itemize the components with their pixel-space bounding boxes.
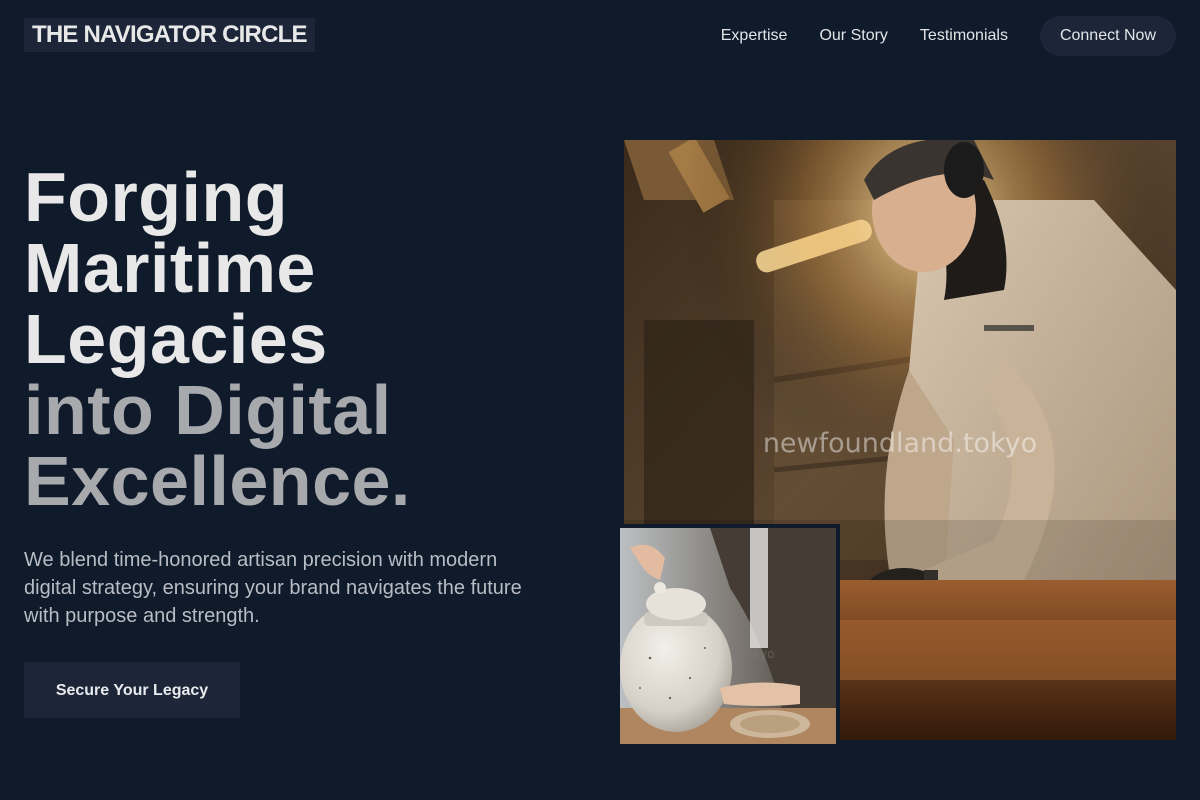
nav-link-expertise[interactable]: Expertise xyxy=(721,16,788,56)
inset-photo-watermark: d.tokyo xyxy=(730,647,774,661)
connect-now-button[interactable]: Connect Now xyxy=(1039,16,1176,56)
site-logo[interactable]: THE NAVIGATOR CIRCLE xyxy=(24,18,315,52)
hero-headline: Forging Maritime Legacies into Digital E… xyxy=(24,162,544,517)
page: THE NAVIGATOR CIRCLE Expertise Our Story… xyxy=(0,0,1200,800)
hero-description: We blend time-honored artisan precision … xyxy=(24,549,522,627)
headline-line-accent: into Digital xyxy=(24,371,392,449)
ceramic-jar-photo: d.tokyo xyxy=(620,524,840,744)
main-photo-watermark: newfoundland.tokyo xyxy=(763,428,1037,459)
headline-line: Forging xyxy=(24,158,288,236)
main-nav: Expertise Our Story Testimonials Connect… xyxy=(721,16,1176,56)
nav-link-testimonials[interactable]: Testimonials xyxy=(920,16,1008,56)
headline-line: Maritime xyxy=(24,229,316,307)
nav-link-our-story[interactable]: Our Story xyxy=(819,16,887,56)
headline-line-accent: Excellence. xyxy=(24,442,411,520)
headline-line: Legacies xyxy=(24,300,328,378)
secure-your-legacy-button[interactable]: Secure Your Legacy xyxy=(24,662,240,718)
